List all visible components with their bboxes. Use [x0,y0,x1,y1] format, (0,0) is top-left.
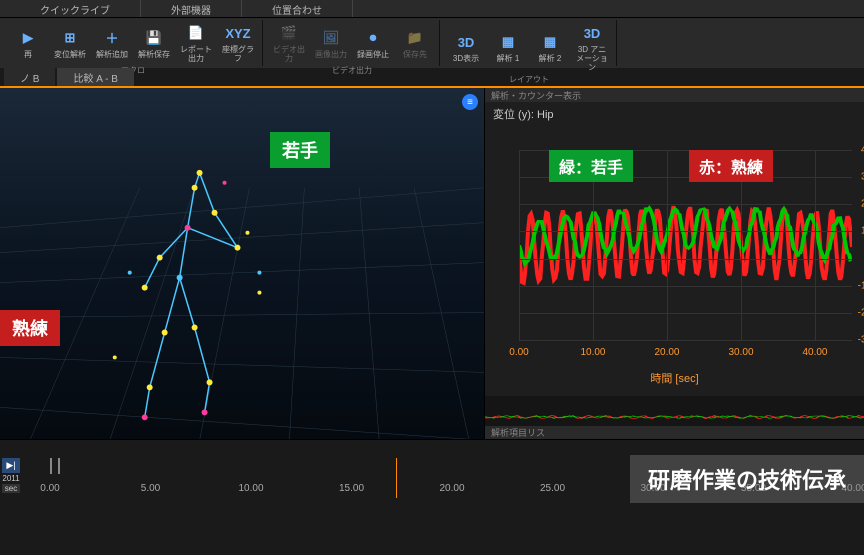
ribbon-group: 3D3D表示▦解析 1▦解析 23D3D アニメーションレイアウト [442,20,617,66]
x-tick: 30.00 [728,347,753,358]
ribbon-label: 保存先 [403,50,427,59]
disp-icon: ⊞ [57,27,83,49]
vo-icon: 🎬 [276,22,302,44]
rec-icon: ⏺ [360,27,386,49]
timeline-tick: 10.00 [238,483,263,494]
menu-tab-quicklive[interactable]: クイックライブ [10,0,141,17]
ribbon-label: ビデオ出力 [271,45,307,63]
ribbon-dst-button[interactable]: 📁保存先 [395,20,435,65]
timeline-tick: 20.00 [439,483,464,494]
chart-xlabel: 時間 [sec] [650,370,698,386]
ribbon-vo-button[interactable]: 🎬ビデオ出力 [269,20,309,65]
ribbon-label: 3D アニメーション [574,45,610,72]
3d-icon: 3D [453,31,479,53]
x-tick: 40.00 [802,347,827,358]
ribbon-label: 画像出力 [315,50,347,59]
ribbon-rec-button[interactable]: ⏺録画停止 [353,20,393,65]
ribbon-a2-button[interactable]: ▦解析 2 [530,20,570,74]
pane-header-bottom: 解析項目リス [485,426,864,439]
pane-header-top: 解析・カウンター表示 [485,88,864,102]
play-next-button[interactable]: ▶| [2,458,20,473]
ribbon-io-button[interactable]: 🖼画像出力 [311,20,351,65]
ribbon-label: 再 [24,50,32,59]
a2-icon: ▦ [537,31,563,53]
y-tick: -10.00 [858,280,864,291]
dst-icon: 📁 [402,27,428,49]
ribbon-label: 解析 2 [539,54,562,63]
ribbon-report-button[interactable]: 📄レポート出力 [176,20,216,65]
ribbon-label: 変位解析 [54,50,86,59]
workspace: 若手 熟練 ≡ 解析・カウンター表示 変位 (y): Hip 40.00 30.0… [0,86,864,439]
timeline-tick: 0.00 [40,483,59,494]
label-young: 若手 [270,132,330,168]
label-expert: 熟練 [0,310,60,346]
y-tick: -30.00 [858,335,864,346]
ribbon-save-button[interactable]: 💾解析保存 [134,20,174,65]
x-tick: 20.00 [654,347,679,358]
save-icon: 💾 [141,27,167,49]
io-icon: 🖼 [318,27,344,49]
ribbon-play-button[interactable]: ▶再 [8,20,48,65]
timeline-tick: 25.00 [540,483,565,494]
timeline-year: 2011 [2,474,20,483]
legend-red: 赤：熟練 [689,150,773,182]
viewport-menu-icon[interactable]: ≡ [462,94,478,110]
ribbon-label: 3D表示 [453,54,479,63]
x-tick: 10.00 [580,347,605,358]
3d-grid [0,88,484,440]
ribbon-disp-button[interactable]: ⊞変位解析 [50,20,90,65]
ribbon-anim-button[interactable]: 3D3D アニメーション [572,20,612,74]
ribbon-group: 🎬ビデオ出力🖼画像出力⏺録画停止📁保存先ビデオ出力 [265,20,440,66]
ribbon-label: 解析 1 [497,54,520,63]
chart-title: 変位 (y): Hip [485,102,864,126]
add-icon: ＋ [99,27,125,49]
timeline-tick: 5.00 [141,483,160,494]
subtab[interactable]: 比較 A - B [57,68,133,86]
group-label: ビデオ出力 [269,65,435,77]
ribbon-label: レポート出力 [178,45,214,63]
x-tick: 0.00 [509,347,528,358]
menu-tab-external[interactable]: 外部機器 [141,0,242,17]
menu-bar: クイックライブ 外部機器 位置合わせ [0,0,864,18]
legend-green: 緑：若手 [549,150,633,182]
chart-area[interactable]: 40.00 30.00 20.00 10.00 0.00 -10.00 -20.00 -30.… [485,126,864,394]
timeline-tick: 15.00 [339,483,364,494]
y-tick: -20.00 [858,307,864,318]
ribbon-label: 解析追加 [96,50,128,59]
ribbon-group: ▶再⊞変位解析＋解析追加💾解析保存📄レポート出力XYZ座標グラフマクロ [4,20,263,66]
ribbon-a1-button[interactable]: ▦解析 1 [488,20,528,74]
menu-tab-align[interactable]: 位置合わせ [242,0,353,17]
mini-chart[interactable] [485,396,864,426]
playhead[interactable] [396,458,397,498]
3d-viewport[interactable]: 若手 熟練 ≡ [0,88,485,439]
analysis-pane: 解析・カウンター表示 変位 (y): Hip 40.00 30.00 20.00 10… [485,88,864,439]
ribbon-xyz-button[interactable]: XYZ座標グラフ [218,20,258,65]
ribbon-label: 録画停止 [357,50,389,59]
ribbon-add-button[interactable]: ＋解析追加 [92,20,132,65]
anim-icon: 3D [579,22,605,44]
group-label: レイアウト [446,74,612,86]
ribbon-3d-button[interactable]: 3D3D表示 [446,20,486,74]
report-icon: 📄 [183,22,209,44]
timeline-unit: sec [2,484,20,493]
xyz-icon: XYZ [225,22,251,44]
subtab[interactable]: ノ B [4,68,55,86]
ribbon-label: 解析保存 [138,50,170,59]
play-icon: ▶ [15,27,41,49]
ribbon-label: 座標グラフ [220,45,256,63]
a1-icon: ▦ [495,31,521,53]
ribbon-toolbar: ▶再⊞変位解析＋解析追加💾解析保存📄レポート出力XYZ座標グラフマクロ🎬ビデオ出… [0,18,864,68]
title-banner: 研磨作業の技術伝承 [630,455,864,503]
